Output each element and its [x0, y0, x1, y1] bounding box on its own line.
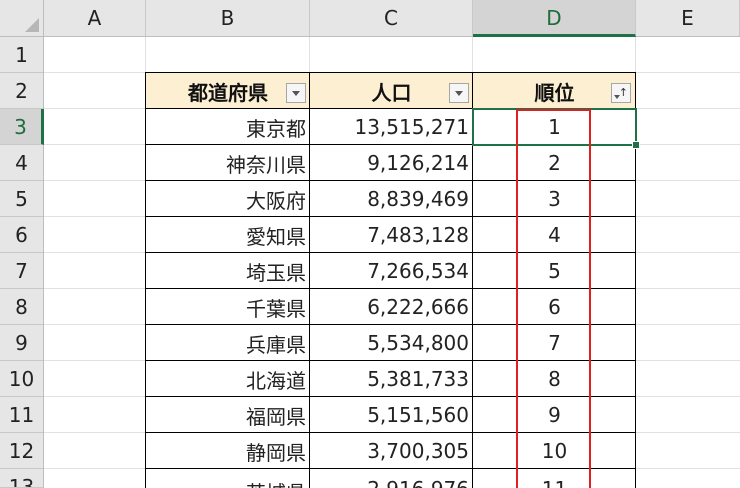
select-all-triangle-icon — [25, 18, 39, 32]
row-header-9[interactable]: 9 — [0, 325, 43, 361]
column-header-c[interactable]: C — [310, 0, 473, 36]
table-cell-prefecture[interactable]: 茨城県 — [146, 469, 310, 488]
table-cell-population[interactable]: 7,266,534 — [310, 253, 473, 289]
filter-dropdown-icon[interactable] — [449, 83, 469, 103]
table-cell-prefecture[interactable]: 東京都 — [146, 109, 310, 145]
row-header-4[interactable]: 4 — [0, 145, 43, 181]
row-header-11[interactable]: 11 — [0, 397, 43, 433]
select-all-corner[interactable] — [0, 0, 44, 37]
sort-arrow-icon: ↑ — [618, 86, 628, 99]
table-cell-prefecture[interactable]: 神奈川県 — [146, 145, 310, 181]
table-cell-prefecture[interactable]: 愛知県 — [146, 217, 310, 253]
row-header-2[interactable]: 2 — [0, 73, 43, 109]
row-header-13-label: 13 — [8, 475, 35, 488]
column-header-d[interactable]: D — [473, 0, 636, 37]
row-header-3[interactable]: 3 — [0, 109, 44, 145]
table-cell-population[interactable]: 6,222,666 — [310, 289, 473, 325]
table-cell-prefecture-label: 茨城県 — [246, 477, 306, 488]
table-header-rank-label: 順位 — [534, 80, 575, 105]
table-cell-prefecture[interactable]: 大阪府 — [146, 181, 310, 217]
table-cell-prefecture[interactable]: 千葉県 — [146, 289, 310, 325]
row-header-12[interactable]: 12 — [0, 433, 43, 469]
row-header-13[interactable]: 13 — [0, 469, 43, 488]
table-cell-population[interactable]: 9,126,214 — [310, 145, 473, 181]
column-header-a[interactable]: A — [44, 0, 146, 36]
sort-ascending-filter-icon[interactable]: ↑ — [611, 83, 631, 103]
row-header-8[interactable]: 8 — [0, 289, 43, 325]
chevron-down-icon — [292, 91, 300, 96]
table-border — [309, 72, 310, 488]
table-border — [145, 72, 146, 488]
column-header-e[interactable]: E — [636, 0, 740, 36]
table-cell-prefecture[interactable]: 福岡県 — [146, 397, 310, 433]
worksheet-grid[interactable]: 都道府県 人口 順位 ↑ 東京都 13,515,271 1 神奈川県 9,126… — [44, 37, 740, 488]
table-cell-population[interactable]: 5,151,560 — [310, 397, 473, 433]
row-header-7[interactable]: 7 — [0, 253, 43, 289]
row-header-5[interactable]: 5 — [0, 181, 43, 217]
table-cell-population[interactable]: 13,515,271 — [310, 109, 473, 145]
table-cell-population[interactable]: 8,839,469 — [310, 181, 473, 217]
row-header-10[interactable]: 10 — [0, 361, 43, 397]
chevron-down-icon — [455, 91, 463, 96]
rank-highlight-box — [516, 109, 591, 488]
row-header-6[interactable]: 6 — [0, 217, 43, 253]
table-header-prefecture-label: 都道府県 — [188, 80, 268, 105]
column-header-bar: A B C D E — [44, 0, 740, 37]
table-cell-population[interactable]: 2,916,976 — [310, 469, 473, 488]
table-cell-population-label: 2,916,976 — [367, 477, 469, 488]
row-header-1[interactable]: 1 — [0, 37, 43, 73]
table-cell-prefecture[interactable]: 北海道 — [146, 361, 310, 397]
column-header-b[interactable]: B — [146, 0, 310, 36]
table-header-population-label: 人口 — [371, 80, 412, 105]
table-cell-population[interactable]: 5,534,800 — [310, 325, 473, 361]
table-cell-prefecture[interactable]: 静岡県 — [146, 433, 310, 469]
table-cell-prefecture[interactable]: 埼玉県 — [146, 253, 310, 289]
table-cell-population[interactable]: 7,483,128 — [310, 217, 473, 253]
table-cell-prefecture[interactable]: 兵庫県 — [146, 325, 310, 361]
row-header-bar: 1 2 3 4 5 6 7 8 9 10 11 12 13 — [0, 37, 44, 488]
filter-dropdown-icon[interactable] — [286, 83, 306, 103]
fill-handle[interactable] — [632, 141, 640, 149]
table-border — [145, 72, 636, 73]
table-cell-population[interactable]: 5,381,733 — [310, 361, 473, 397]
table-cell-population[interactable]: 3,700,305 — [310, 433, 473, 469]
